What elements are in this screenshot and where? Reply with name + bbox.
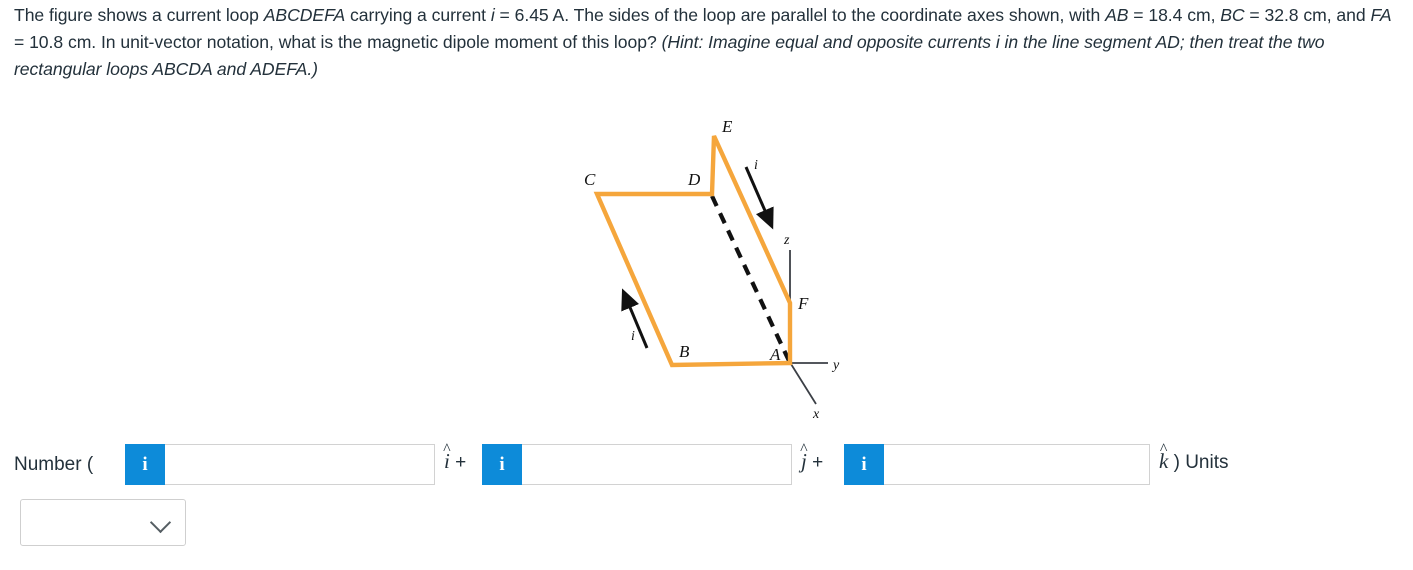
question-text-part: = 18.4 cm,	[1128, 5, 1221, 25]
question-text-part: = 32.8 cm, and	[1244, 5, 1371, 25]
current-label-ef: i	[754, 158, 758, 173]
vertex-label-f: F	[797, 294, 809, 313]
axis-x-line	[790, 363, 817, 405]
current-label-bc: i	[631, 329, 635, 344]
units-close-label: ) Units	[1173, 452, 1229, 473]
j-hat-glyph: ^ j	[800, 441, 808, 473]
k-hat-glyph: ^ k	[1159, 441, 1169, 473]
question-text-part: = 10.8 cm. In unit-vector notation, what…	[14, 32, 662, 52]
i-hat-plus-label: ^ i +	[443, 441, 467, 473]
k-component-input[interactable]	[884, 444, 1150, 485]
figure-panel: A B C D E F z y x i i	[0, 105, 1413, 435]
answer-entry-row: Number ( i ^ i + i ^ j + i ^ k ) Units	[14, 441, 1404, 496]
k-hat-units-label: ^ k ) Units	[1159, 441, 1229, 473]
vertex-label-b: B	[679, 342, 690, 361]
current-arrow-ef	[744, 166, 774, 230]
segment-fa-label: FA	[1370, 5, 1392, 25]
units-dropdown[interactable]	[20, 499, 186, 546]
segment-bc-label: BC	[1220, 5, 1245, 25]
info-button-i-component[interactable]: i	[125, 444, 165, 485]
question-text-part: The figure shows a current loop	[14, 5, 264, 25]
loop-name-abcdefa: ABCDEFA	[263, 5, 346, 25]
vertex-label-c: C	[584, 170, 596, 189]
question-text-part: = 6.45 A. The sides of the loop are para…	[494, 5, 1065, 25]
i-hat-glyph: ^ i	[443, 441, 451, 473]
question-text-part: carrying a current	[345, 5, 491, 25]
question-statement: The figure shows a current loop ABCDEFA …	[14, 2, 1404, 83]
chevron-down-icon	[149, 511, 172, 533]
axis-label-x: x	[812, 407, 820, 422]
info-button-j-component[interactable]: i	[482, 444, 522, 485]
plus-sign-2: +	[812, 452, 824, 473]
vertex-label-e: E	[721, 117, 733, 136]
number-label: Number (	[14, 454, 94, 475]
current-loop-figure: A B C D E F z y x i i	[584, 117, 840, 422]
vertex-label-a: A	[769, 345, 781, 364]
axis-label-y: y	[831, 358, 840, 373]
plus-sign-1: +	[455, 452, 467, 473]
vertex-label-d: D	[687, 170, 701, 189]
i-component-input[interactable]	[165, 444, 435, 485]
segment-ab-label: AB	[1105, 5, 1129, 25]
question-text-part: with	[1069, 5, 1106, 25]
j-hat-plus-label: ^ j +	[800, 441, 824, 473]
hint-open: (Hint:	[661, 32, 704, 52]
j-component-input[interactable]	[522, 444, 792, 485]
axis-label-z: z	[783, 233, 790, 248]
info-button-k-component[interactable]: i	[844, 444, 884, 485]
